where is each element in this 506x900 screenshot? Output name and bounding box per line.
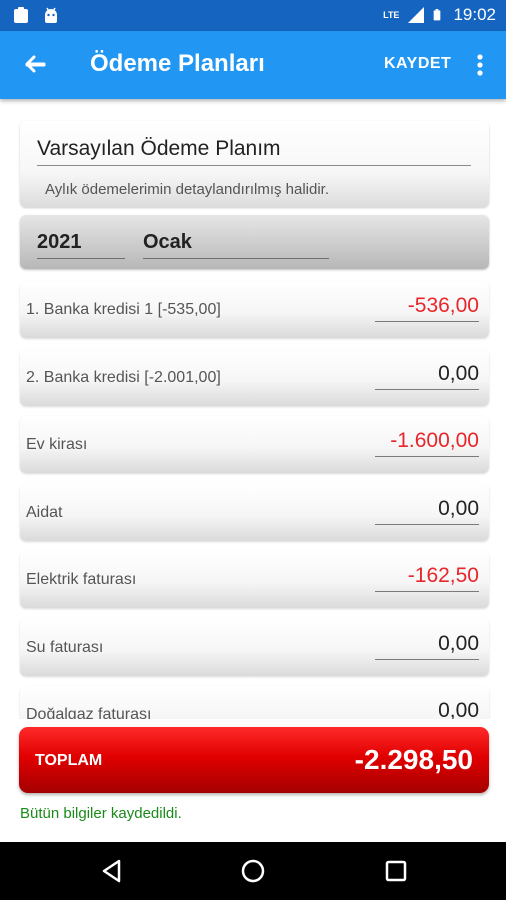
payment-label: 2. Banka kredisi [-2.001,00]: [26, 369, 221, 386]
payment-amount-input[interactable]: 0,00: [375, 497, 479, 525]
payment-row: Su faturası 0,00: [20, 619, 489, 676]
arrow-left-icon[interactable]: [20, 51, 48, 79]
plan-card: Varsayılan Ödeme Planım Aylık ödemelerim…: [20, 121, 489, 207]
content-scroll[interactable]: Varsayılan Ödeme Planım Aylık ödemelerim…: [0, 99, 506, 719]
more-vert-icon[interactable]: [470, 51, 490, 79]
total-label: TOPLAM: [35, 752, 103, 769]
back-triangle-icon[interactable]: [98, 857, 126, 885]
payment-row: Ev kirası -1.600,00: [20, 416, 489, 473]
plan-description: Aylık ödemelerimin detaylandırılmış hali…: [45, 181, 330, 198]
status-bar: LTE 19:02: [0, 0, 506, 31]
payment-amount-input[interactable]: -162,50: [375, 564, 479, 592]
android-icon: [45, 7, 57, 23]
home-circle-icon[interactable]: [239, 857, 267, 885]
month-select[interactable]: Ocak: [143, 231, 329, 259]
total-bar: TOPLAM -2.298,50: [19, 727, 489, 793]
network-label: LTE: [383, 10, 400, 20]
payment-row: 1. Banka kredisi 1 [-535,00] -536,00: [20, 281, 489, 338]
notification-clipboard-icon: [14, 7, 28, 23]
total-value: -2.298,50: [354, 744, 473, 775]
payment-label: Doğalgaz faturası: [26, 706, 152, 719]
payment-amount-input[interactable]: 0,00: [375, 699, 479, 719]
payment-row: Elektrik faturası -162,50: [20, 551, 489, 608]
navigation-bar: [0, 842, 506, 900]
page-title: Ödeme Planları: [90, 50, 265, 77]
save-status-message: Bütün bilgiler kaydedildi.: [20, 805, 182, 822]
app-bar: Ödeme Planları KAYDET: [0, 31, 506, 99]
save-button[interactable]: KAYDET: [384, 55, 451, 73]
payment-amount-input[interactable]: 0,00: [375, 362, 479, 390]
battery-icon: [434, 9, 441, 21]
signal-icon: [408, 7, 425, 23]
payment-label: Su faturası: [26, 639, 104, 656]
payment-row: Doğalgaz faturası 0,00: [20, 686, 489, 719]
payment-row: 2. Banka kredisi [-2.001,00] 0,00: [20, 349, 489, 406]
payment-amount-input[interactable]: -1.600,00: [375, 429, 479, 457]
status-time: 19:02: [453, 5, 496, 24]
payment-amount-input[interactable]: 0,00: [375, 632, 479, 660]
payment-amount-input[interactable]: -536,00: [375, 294, 479, 322]
payment-label: 1. Banka kredisi 1 [-535,00]: [26, 301, 221, 318]
payment-row: Aidat 0,00: [20, 484, 489, 541]
payment-label: Aidat: [26, 504, 63, 521]
plan-name-input[interactable]: Varsayılan Ödeme Planım: [37, 137, 471, 166]
year-select[interactable]: 2021: [37, 231, 125, 259]
period-selector: 2021 Ocak: [20, 215, 489, 269]
payment-label: Elektrik faturası: [26, 571, 137, 588]
payment-label: Ev kirası: [26, 436, 88, 453]
recents-square-icon[interactable]: [382, 857, 410, 885]
